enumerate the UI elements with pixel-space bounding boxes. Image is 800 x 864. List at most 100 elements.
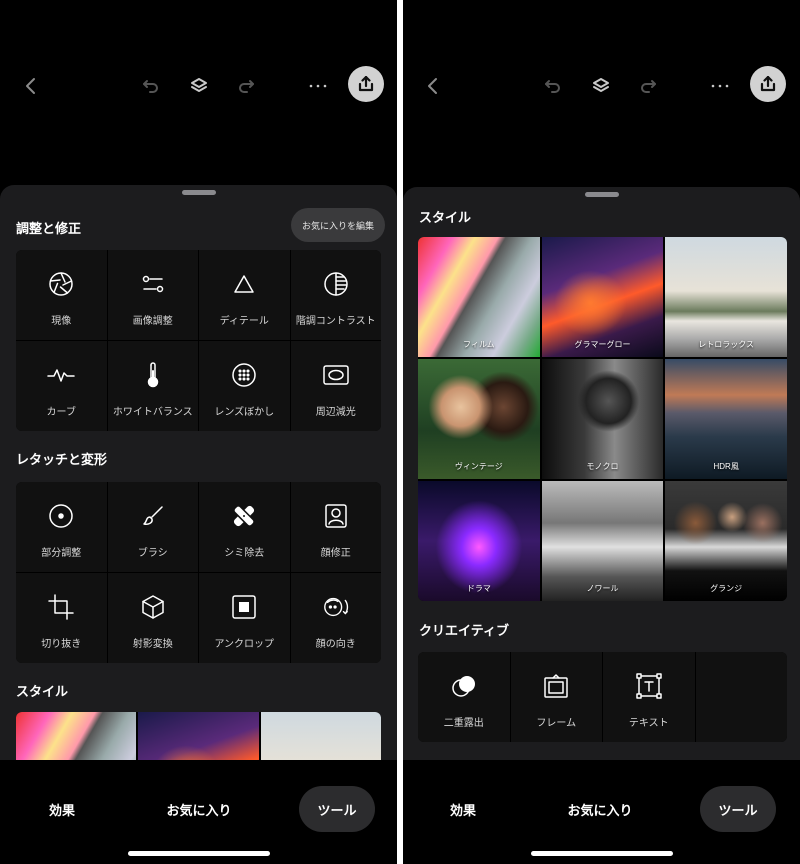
tool-empty-slot <box>695 652 787 742</box>
thermometer-icon <box>139 361 167 389</box>
style-label: モノクロ <box>586 462 619 471</box>
style-thumb-mono[interactable]: モノクロ <box>541 359 664 479</box>
vignette-icon <box>322 361 350 389</box>
tool-text[interactable]: テキスト <box>603 652 695 742</box>
tool-healing[interactable]: シミ除去 <box>199 482 290 572</box>
style-thumb-hdr[interactable]: HDR風 <box>665 359 787 479</box>
style-thumbnails-grid: フィルム グラマーグロー レトロラックス ヴィンテージ モノクロ HDR風 ドラ… <box>418 237 787 601</box>
style-thumb-grunge[interactable]: グランジ <box>665 481 787 601</box>
edit-favorites-button[interactable]: お気に入りを編集 <box>291 208 385 242</box>
tool-label: 顔修正 <box>320 548 351 559</box>
adjust-tools-grid: 現像 画像調整 ディテール 階調コントラスト カーブ ホワイトバランス レンズぼ… <box>16 250 381 431</box>
share-export-icon[interactable] <box>750 66 786 102</box>
style-thumbnails-partial <box>16 712 381 760</box>
tool-label: 顔の向き <box>315 639 356 650</box>
tool-detail[interactable]: ディテール <box>199 250 290 340</box>
style-thumb-glamour[interactable] <box>138 712 259 760</box>
style-thumb-noir[interactable]: ノワール <box>541 481 664 601</box>
redo-icon[interactable] <box>630 66 666 106</box>
tool-tonal-contrast[interactable]: 階調コントラスト <box>290 250 381 340</box>
nav-effects[interactable]: 効果 <box>423 786 503 832</box>
text-tool-icon <box>635 672 663 700</box>
style-label: ノワール <box>586 584 619 593</box>
style-thumb-glamour-glow[interactable]: グラマーグロー <box>541 237 664 357</box>
tool-label: 階調コントラスト <box>295 316 376 327</box>
sheet-handle[interactable] <box>584 192 619 197</box>
tool-curves[interactable]: カーブ <box>16 341 107 431</box>
section-title-retouch: レタッチと変形 <box>16 452 108 467</box>
share-export-icon[interactable] <box>348 66 384 102</box>
style-label: フィルム <box>462 340 495 349</box>
tool-label: テキスト <box>628 718 669 729</box>
nav-favorites[interactable]: お気に入り <box>149 786 249 832</box>
nav-tools[interactable]: ツール <box>299 786 375 832</box>
tool-face-retouch[interactable]: 顔修正 <box>290 482 381 572</box>
tools-sheet[interactable]: 調整と修正 お気に入りを編集 現像 画像調整 ディテール 階調コントラスト カー… <box>0 185 397 760</box>
tool-label: 切り抜き <box>41 639 82 650</box>
head-pose-icon <box>322 593 350 621</box>
layers-icon[interactable] <box>181 66 217 106</box>
undo-icon[interactable] <box>133 66 169 106</box>
tool-crop[interactable]: 切り抜き <box>16 573 107 663</box>
right-screen: スタイル フィルム グラマーグロー レトロラックス ヴィンテージ モノクロ HD… <box>403 0 800 864</box>
redo-icon[interactable] <box>228 66 264 106</box>
more-horizontal-icon[interactable] <box>300 66 336 106</box>
top-toolbar <box>0 66 397 106</box>
tool-brush[interactable]: ブラシ <box>107 482 198 572</box>
tool-double-exposure[interactable]: 二重露出 <box>418 652 510 742</box>
bottom-nav: 効果 お気に入り ツール <box>403 760 800 864</box>
tool-frame[interactable]: フレーム <box>510 652 602 742</box>
left-screen: 調整と修正 お気に入りを編集 現像 画像調整 ディテール 階調コントラスト カー… <box>0 0 397 864</box>
style-thumb-film[interactable]: フィルム <box>418 237 540 357</box>
style-label: ドラマ <box>466 584 491 593</box>
tool-label: ディテール <box>219 316 269 327</box>
healing-bandage-icon <box>230 502 258 530</box>
chevron-left-icon[interactable] <box>415 66 451 106</box>
tool-white-balance[interactable]: ホワイトバランス <box>107 341 198 431</box>
tool-vignette[interactable]: 周辺減光 <box>290 341 381 431</box>
tool-label: 射影変換 <box>132 639 173 650</box>
tool-develop[interactable]: 現像 <box>16 250 107 340</box>
expand-icon <box>230 593 258 621</box>
tool-image-adjust[interactable]: 画像調整 <box>107 250 198 340</box>
tool-label: シミ除去 <box>224 548 265 559</box>
tool-selective[interactable]: 部分調整 <box>16 482 107 572</box>
bottom-nav: 効果 お気に入り ツール <box>0 760 397 864</box>
tool-label: 現像 <box>51 316 72 327</box>
nav-effects[interactable]: 効果 <box>22 786 102 832</box>
nav-favorites[interactable]: お気に入り <box>550 786 650 832</box>
sheet-handle[interactable] <box>181 190 216 195</box>
style-label: グランジ <box>710 584 743 593</box>
home-indicator <box>127 851 270 856</box>
style-thumb-vintage[interactable]: ヴィンテージ <box>418 359 540 479</box>
tool-lens-blur[interactable]: レンズぼかし <box>199 341 290 431</box>
triangle-icon <box>230 270 258 298</box>
perspective-cube-icon <box>139 593 167 621</box>
tool-label: カーブ <box>46 407 76 418</box>
style-thumb-retrolux[interactable]: レトロラックス <box>665 237 787 357</box>
style-thumb-film[interactable] <box>16 712 137 760</box>
nav-tools[interactable]: ツール <box>700 786 776 832</box>
creative-tools-grid: 二重露出 フレーム テキスト <box>418 652 787 742</box>
more-horizontal-icon[interactable] <box>702 66 738 106</box>
undo-icon[interactable] <box>535 66 571 106</box>
tool-uncrop[interactable]: アンクロップ <box>199 573 290 663</box>
tonal-contrast-icon <box>322 270 350 298</box>
crop-icon <box>47 593 75 621</box>
home-indicator <box>530 851 673 856</box>
tool-head-pose[interactable]: 顔の向き <box>290 573 381 663</box>
tool-perspective[interactable]: 射影変換 <box>107 573 198 663</box>
style-label: グラマーグロー <box>574 340 631 349</box>
layers-icon[interactable] <box>583 66 619 106</box>
tool-label: 二重露出 <box>443 718 484 729</box>
selective-icon <box>47 502 75 530</box>
tools-sheet[interactable]: スタイル フィルム グラマーグロー レトロラックス ヴィンテージ モノクロ HD… <box>403 187 800 760</box>
style-label: HDR風 <box>713 462 739 471</box>
style-thumb-retro[interactable] <box>260 712 381 760</box>
tool-label: ブラシ <box>137 548 168 559</box>
tool-label: アンクロップ <box>214 639 275 650</box>
style-thumb-drama[interactable]: ドラマ <box>418 481 540 601</box>
chevron-left-icon[interactable] <box>13 66 49 106</box>
section-title-style: スタイル <box>419 210 472 225</box>
face-portrait-icon <box>322 502 350 530</box>
